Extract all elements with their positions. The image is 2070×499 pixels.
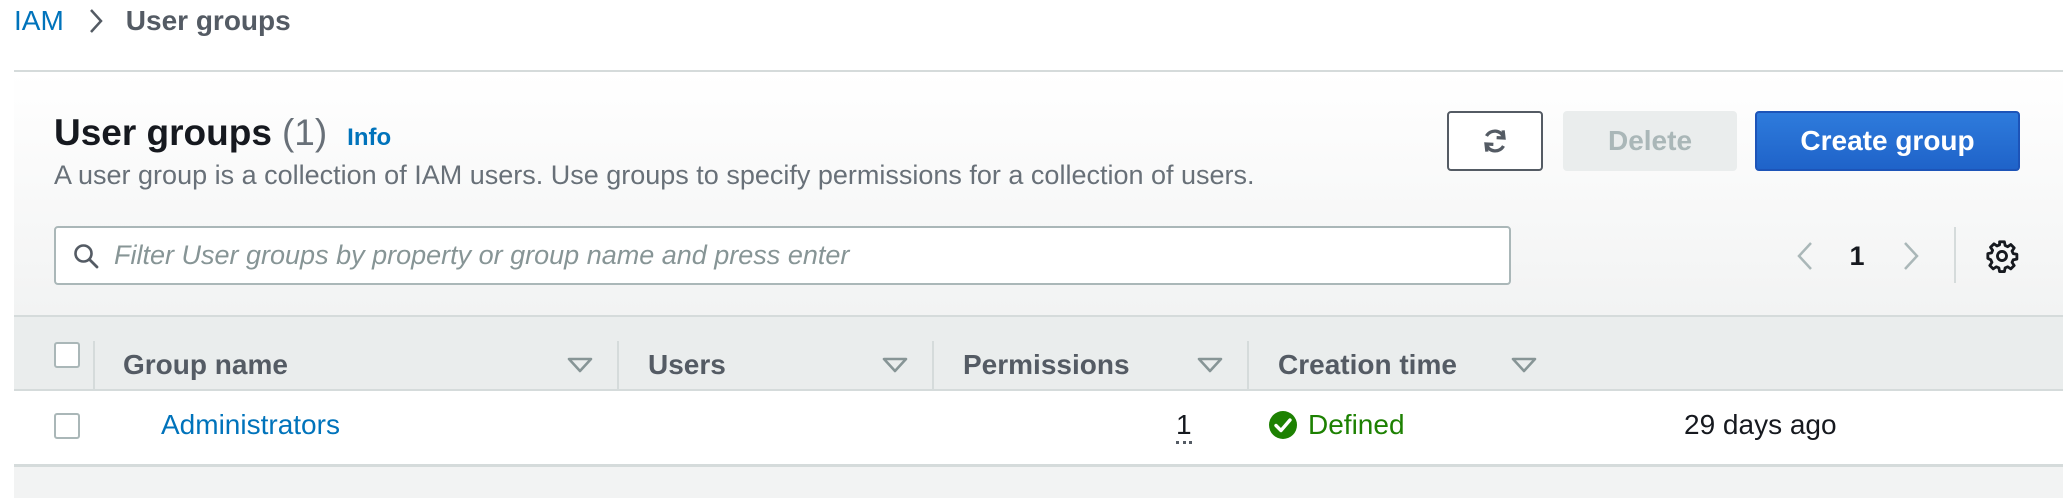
- user-groups-panel: User groups (1) Info A user group is a c…: [14, 70, 2063, 498]
- table-row: Administrators 1 Defined 29 days ago: [14, 391, 2063, 467]
- filter-search-box: [54, 226, 1511, 285]
- group-count: (1): [281, 112, 328, 153]
- column-divider: [1247, 341, 1249, 389]
- title-text: User groups: [54, 112, 272, 153]
- user-count[interactable]: 1: [1176, 409, 1192, 444]
- column-header-creation-time[interactable]: Creation time: [1278, 341, 1457, 389]
- chevron-right-icon: [88, 7, 104, 35]
- pager-divider: [1954, 227, 1956, 283]
- column-header-users[interactable]: Users: [648, 341, 726, 389]
- permissions-status: Defined: [1268, 409, 1405, 441]
- breadcrumb: IAM User groups: [14, 4, 291, 38]
- table-header: Group name Users Permissions Creation ti…: [14, 315, 2063, 391]
- group-name-link[interactable]: Administrators: [161, 409, 340, 441]
- page-title: User groups (1) Info: [54, 112, 391, 154]
- sort-down-icon[interactable]: [880, 355, 910, 375]
- breadcrumb-iam-link[interactable]: IAM: [14, 5, 64, 37]
- refresh-button[interactable]: [1447, 111, 1543, 171]
- info-link[interactable]: Info: [347, 124, 391, 152]
- next-page-icon[interactable]: [1896, 236, 1926, 276]
- sort-down-icon[interactable]: [1195, 355, 1225, 375]
- delete-button[interactable]: Delete: [1563, 111, 1737, 171]
- create-group-button[interactable]: Create group: [1755, 111, 2020, 171]
- column-header-group-name[interactable]: Group name: [123, 341, 288, 389]
- row-checkbox[interactable]: [54, 413, 80, 439]
- gear-icon[interactable]: [1980, 234, 2024, 278]
- select-all-checkbox[interactable]: [54, 342, 80, 368]
- column-header-permissions[interactable]: Permissions: [963, 341, 1130, 389]
- breadcrumb-current: User groups: [125, 5, 291, 36]
- page-description: A user group is a collection of IAM user…: [54, 160, 1255, 190]
- current-page-number[interactable]: 1: [1839, 236, 1875, 276]
- refresh-icon: [1480, 126, 1510, 156]
- column-divider: [932, 341, 934, 389]
- sort-down-icon[interactable]: [565, 355, 595, 375]
- permissions-label: Defined: [1308, 409, 1405, 440]
- creation-time: 29 days ago: [1684, 409, 1837, 440]
- previous-page-icon[interactable]: [1790, 236, 1820, 276]
- search-icon: [72, 242, 100, 270]
- check-circle-icon: [1268, 410, 1298, 440]
- filter-input[interactable]: [114, 240, 1474, 271]
- sort-down-icon[interactable]: [1509, 355, 1539, 375]
- column-divider: [93, 341, 95, 389]
- column-divider: [617, 341, 619, 389]
